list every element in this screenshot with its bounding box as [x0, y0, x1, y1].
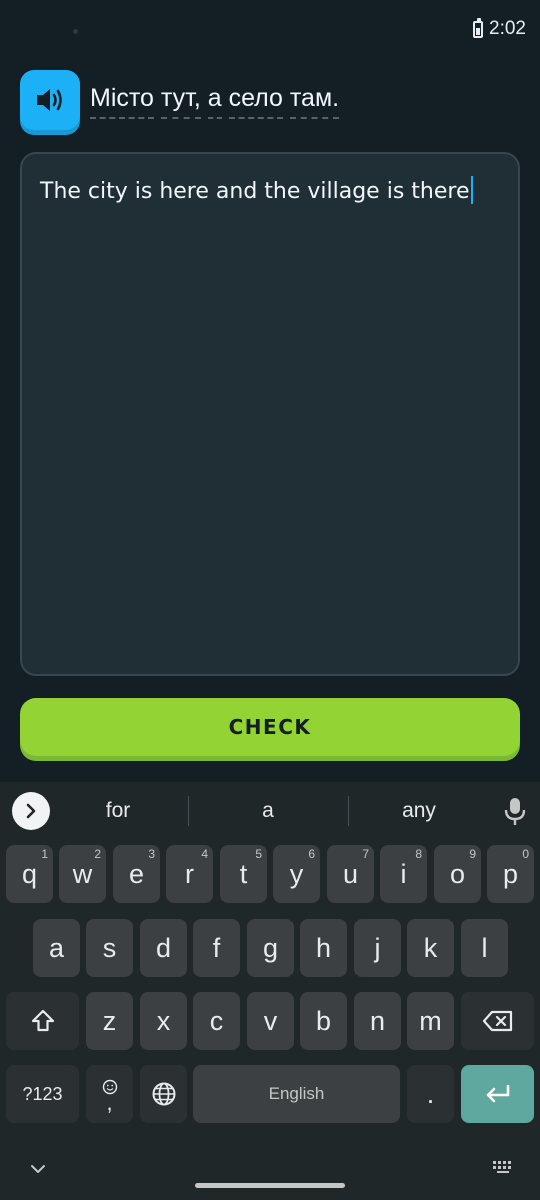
key-r[interactable]: r4 — [166, 845, 213, 903]
status-bar: 2:02 — [0, 0, 540, 62]
key-y[interactable]: y6 — [273, 845, 320, 903]
backspace-icon — [482, 1010, 512, 1032]
key-v[interactable]: v — [247, 992, 294, 1050]
key-hint: 0 — [522, 847, 529, 861]
home-gesture-handle[interactable] — [195, 1183, 345, 1188]
key-s[interactable]: s — [86, 919, 133, 977]
enter-icon — [486, 1084, 509, 1103]
key-x[interactable]: x — [140, 992, 187, 1050]
suggestion-bar: for a any — [0, 782, 540, 840]
text-caret — [471, 176, 474, 204]
navigation-bar — [0, 1138, 540, 1200]
key-label: y — [289, 858, 304, 889]
speaker-button[interactable] — [20, 70, 80, 130]
symbols-key[interactable]: ?123 — [6, 1065, 79, 1123]
answer-input[interactable]: The city is here and the village is ther… — [20, 152, 520, 676]
prompt-row: Місто тут, а село там. — [20, 70, 520, 130]
chevron-right-icon — [26, 803, 36, 819]
shift-key[interactable] — [6, 992, 79, 1050]
key-i[interactable]: i8 — [380, 845, 427, 903]
language-key[interactable] — [140, 1065, 187, 1123]
key-hint: 9 — [469, 847, 476, 861]
key-label: p — [502, 858, 519, 889]
keyboard-expand-button[interactable] — [12, 792, 50, 830]
key-h[interactable]: h — [300, 919, 347, 977]
answer-text-wrap: The city is here and the village is ther… — [40, 176, 474, 204]
battery-icon — [473, 18, 483, 38]
space-bar[interactable]: English — [193, 1065, 400, 1123]
key-t[interactable]: t5 — [220, 845, 267, 903]
key-hint: 3 — [148, 847, 155, 861]
hide-keyboard-icon[interactable] — [30, 1163, 46, 1175]
key-hint: 8 — [415, 847, 422, 861]
emoji-comma-key[interactable]: , — [86, 1065, 133, 1123]
backspace-key[interactable] — [461, 992, 534, 1050]
speaker-icon — [37, 89, 62, 111]
prompt-sentence: Місто тут, а село там. — [90, 84, 340, 119]
status-time: 2:02 — [489, 18, 526, 39]
key-label: r — [185, 858, 194, 889]
prompt-word[interactable]: тут, — [160, 84, 201, 119]
key-d[interactable]: d — [140, 919, 187, 977]
enter-key[interactable] — [461, 1065, 534, 1123]
key-label: q — [21, 858, 38, 889]
key-o[interactable]: o9 — [434, 845, 481, 903]
key-hint: 5 — [255, 847, 262, 861]
key-u[interactable]: u7 — [327, 845, 374, 903]
key-m[interactable]: m — [407, 992, 454, 1050]
key-k[interactable]: k — [407, 919, 454, 977]
key-c[interactable]: c — [193, 992, 240, 1050]
key-f[interactable]: f — [193, 919, 240, 977]
key-label: w — [72, 858, 93, 889]
key-hint: 4 — [201, 847, 208, 861]
shift-icon — [31, 1009, 54, 1032]
prompt-word[interactable]: село — [228, 84, 283, 119]
key-e[interactable]: e3 — [113, 845, 160, 903]
key-hint: 7 — [362, 847, 369, 861]
key-hint: 2 — [94, 847, 101, 861]
key-hint: 1 — [41, 847, 48, 861]
mic-icon[interactable] — [502, 796, 528, 826]
suggestion-divider — [348, 796, 349, 826]
camera-dot — [73, 29, 78, 34]
answer-text: The city is here and the village is ther… — [40, 179, 470, 204]
prompt-word[interactable]: Місто — [90, 84, 154, 119]
key-hint: 6 — [308, 847, 315, 861]
key-g[interactable]: g — [247, 919, 294, 977]
suggestion-divider — [188, 796, 189, 826]
comma-label: , — [106, 1090, 113, 1115]
key-p[interactable]: p0 — [487, 845, 534, 903]
key-b[interactable]: b — [300, 992, 347, 1050]
key-n[interactable]: n — [354, 992, 401, 1050]
key-w[interactable]: w2 — [59, 845, 106, 903]
suggestion-item[interactable]: any — [359, 799, 479, 823]
period-key[interactable]: . — [407, 1065, 454, 1123]
prompt-word[interactable]: там. — [289, 84, 340, 119]
prompt-word[interactable]: а — [207, 84, 222, 119]
check-button[interactable]: CHECK — [20, 698, 520, 756]
suggestion-item[interactable]: a — [208, 799, 328, 823]
key-a[interactable]: a — [33, 919, 80, 977]
key-l[interactable]: l — [461, 919, 508, 977]
key-label: o — [449, 858, 466, 889]
key-q[interactable]: q1 — [6, 845, 53, 903]
key-label: u — [342, 858, 359, 889]
key-label: e — [128, 858, 145, 889]
key-j[interactable]: j — [354, 919, 401, 977]
keyboard-switch-icon[interactable] — [492, 1160, 514, 1174]
key-label: t — [239, 858, 248, 889]
globe-icon — [152, 1082, 175, 1106]
key-z[interactable]: z — [86, 992, 133, 1050]
key-label: i — [400, 858, 407, 889]
suggestion-item[interactable]: for — [58, 799, 178, 823]
